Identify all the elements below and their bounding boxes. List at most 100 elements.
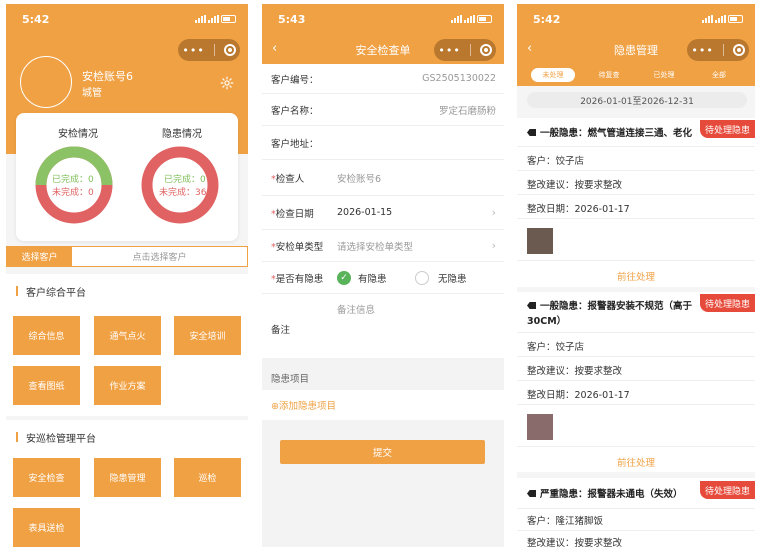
- field-label: *检查人: [271, 173, 305, 185]
- inspection-platform-section: 安巡检管理平台 安全检查 隐患管理 巡检 表具送检: [6, 420, 248, 547]
- field-label: *是否有隐患: [271, 273, 324, 285]
- home-screen: 5:42 ••• 安检账号6 城管 安检情况 隐患情况 已完成：0 未完成：0: [6, 4, 248, 547]
- customer-select[interactable]: 选择客户 点击选择客户: [6, 246, 248, 267]
- tile-hazard-management[interactable]: 隐患管理: [94, 458, 161, 497]
- menu-capsule[interactable]: •••: [434, 39, 496, 61]
- go-process-link[interactable]: 前往处理: [517, 269, 755, 283]
- tile-work-plan[interactable]: 作业方案: [94, 366, 161, 405]
- system-icons: [702, 15, 743, 23]
- tile-safety-training[interactable]: 安全培训: [174, 316, 241, 355]
- status-bar: 5:42: [6, 4, 248, 34]
- section-title: 安巡检管理平台: [6, 420, 248, 454]
- chevron-right-icon: ›: [491, 206, 496, 219]
- inspection-type-placeholder[interactable]: 请选择安检单类型: [337, 239, 413, 253]
- hazard-photo[interactable]: [527, 228, 553, 254]
- inspection-date-row[interactable]: *检查日期 2026-01-15 ›: [262, 196, 504, 230]
- account-name: 安检账号6: [82, 70, 133, 83]
- tile-meter-inspection[interactable]: 表具送检: [13, 508, 80, 547]
- status-badge: 待处理隐患: [699, 294, 755, 312]
- customer-name-row: 客户名称： 罗定石磨肠粉: [262, 94, 504, 126]
- hazard-customer: 客户：饺子店: [527, 156, 585, 167]
- radio-checked-icon[interactable]: ✓: [337, 270, 351, 285]
- menu-capsule[interactable]: •••: [178, 39, 240, 61]
- date-range-filter[interactable]: 2026-01-01至2026-12-31: [527, 92, 747, 108]
- hazard-card: 严重隐患：报警器未通电（失效） 待处理隐患 客户：隆江猪脚饭 整改建议：按要求整…: [517, 478, 755, 547]
- close-mini-program-icon[interactable]: [223, 44, 236, 56]
- nav-bar: 5:42 ‹ 隐患管理 ••• 未处理 待复查 已处理 全部: [517, 4, 755, 86]
- hazard-photo[interactable]: [527, 414, 553, 440]
- system-icons: [451, 15, 492, 23]
- hazard-customer: 客户：隆江猪脚饭: [527, 516, 604, 527]
- hazard-customer: 客户：饺子店: [527, 342, 585, 353]
- inspection-type-row[interactable]: *安检单类型 请选择安检单类型 ›: [262, 230, 504, 262]
- status-badge: 待处理隐患: [699, 481, 755, 499]
- signal-icon: [464, 15, 475, 23]
- section-title: 隐患项目: [271, 374, 310, 385]
- inspection-date-value[interactable]: 2026-01-15: [337, 207, 392, 218]
- account-role: 城管: [82, 88, 102, 99]
- field-label: 客户编号：: [271, 74, 319, 86]
- hazard-deadline: 整改日期：2026-01-17: [527, 204, 630, 215]
- inspector-row: *检查人 安检账号6: [262, 160, 504, 196]
- menu-capsule[interactable]: •••: [687, 39, 749, 61]
- field-label: *检查日期: [271, 208, 314, 220]
- remark-input[interactable]: 备注信息: [337, 302, 375, 316]
- tab-processed[interactable]: 已处理: [642, 68, 686, 82]
- tag-icon: [527, 129, 536, 136]
- status-time: 5:43: [278, 12, 306, 26]
- more-icon[interactable]: •••: [438, 45, 460, 56]
- option-has-hazard[interactable]: 有隐患: [358, 271, 387, 285]
- radio-unchecked-icon[interactable]: [415, 270, 429, 285]
- stats-card: 安检情况 隐患情况 已完成：0 未完成：0 已完成：0 未完成：364: [16, 113, 238, 241]
- system-icons: [195, 15, 236, 23]
- inspection-stats-title: 安检情况: [58, 129, 98, 140]
- avatar[interactable]: [20, 56, 72, 108]
- battery-icon: [477, 15, 492, 23]
- submit-button[interactable]: 提交: [280, 440, 485, 464]
- field-label: 客户名称：: [271, 105, 319, 117]
- hazard-card: 一般隐患：燃气管道连接三通、老化 待处理隐患 客户：饺子店 整改建议：按要求整改…: [517, 118, 755, 287]
- customer-name-value: 罗定石磨肠粉: [438, 105, 496, 117]
- status-time: 5:42: [22, 12, 50, 26]
- signal-icon: [715, 15, 726, 23]
- tile-general-info[interactable]: 综合信息: [13, 316, 80, 355]
- chevron-right-icon: ›: [491, 239, 496, 252]
- tag-icon: [527, 490, 536, 497]
- tile-gas-ignition[interactable]: 通气点火: [94, 316, 161, 355]
- status-bar: 5:42: [517, 4, 755, 34]
- signal-icon: [451, 15, 462, 23]
- customer-select-label: 选择客户: [7, 247, 72, 266]
- close-mini-program-icon[interactable]: [732, 44, 745, 56]
- option-no-hazard[interactable]: 无隐患: [438, 271, 467, 285]
- tab-all[interactable]: 全部: [697, 68, 741, 82]
- tab-pending-review[interactable]: 待复查: [587, 68, 631, 82]
- tile-patrol[interactable]: 巡检: [174, 458, 241, 497]
- tab-unprocessed[interactable]: 未处理: [531, 68, 575, 82]
- divider: [262, 358, 504, 366]
- add-hazard-row[interactable]: ⊕添加隐患项目: [262, 390, 504, 420]
- has-hazard-row: *是否有隐患 ✓ 有隐患 无隐患: [262, 262, 504, 294]
- customer-address-row: 客户地址：: [262, 126, 504, 160]
- signal-icon: [702, 15, 713, 23]
- section-title: 客户综合平台: [6, 274, 248, 308]
- tag-icon: [527, 302, 536, 309]
- more-icon[interactable]: •••: [182, 45, 204, 56]
- add-hazard-link[interactable]: ⊕添加隐患项目: [271, 398, 336, 412]
- field-label: 备注: [271, 325, 291, 336]
- tile-view-drawings[interactable]: 查看图纸: [13, 366, 80, 405]
- hazard-advice: 整改建议：按要求整改: [527, 538, 623, 547]
- remark-row: 备注 备注信息: [262, 294, 504, 358]
- status-badge: 待处理隐患: [699, 120, 755, 138]
- go-process-link[interactable]: 前往处理: [517, 455, 755, 469]
- status-bar: 5:43: [262, 4, 504, 34]
- more-icon[interactable]: •••: [691, 45, 713, 56]
- close-mini-program-icon[interactable]: [479, 44, 492, 56]
- settings-icon[interactable]: [220, 76, 234, 90]
- hazard-management-screen: 5:42 ‹ 隐患管理 ••• 未处理 待复查 已处理 全部 2026-01-0…: [517, 4, 755, 547]
- hazard-advice: 整改建议：按要求整改: [527, 366, 623, 377]
- hazard-title: 一般隐患：报警器安装不规范（高于 30CM）: [527, 301, 693, 327]
- tile-safety-check[interactable]: 安全检查: [13, 458, 80, 497]
- signal-icon: [195, 15, 206, 23]
- customer-select-value[interactable]: 点击选择客户: [72, 247, 247, 266]
- status-tabs: 未处理 待复查 已处理 全部: [517, 68, 755, 82]
